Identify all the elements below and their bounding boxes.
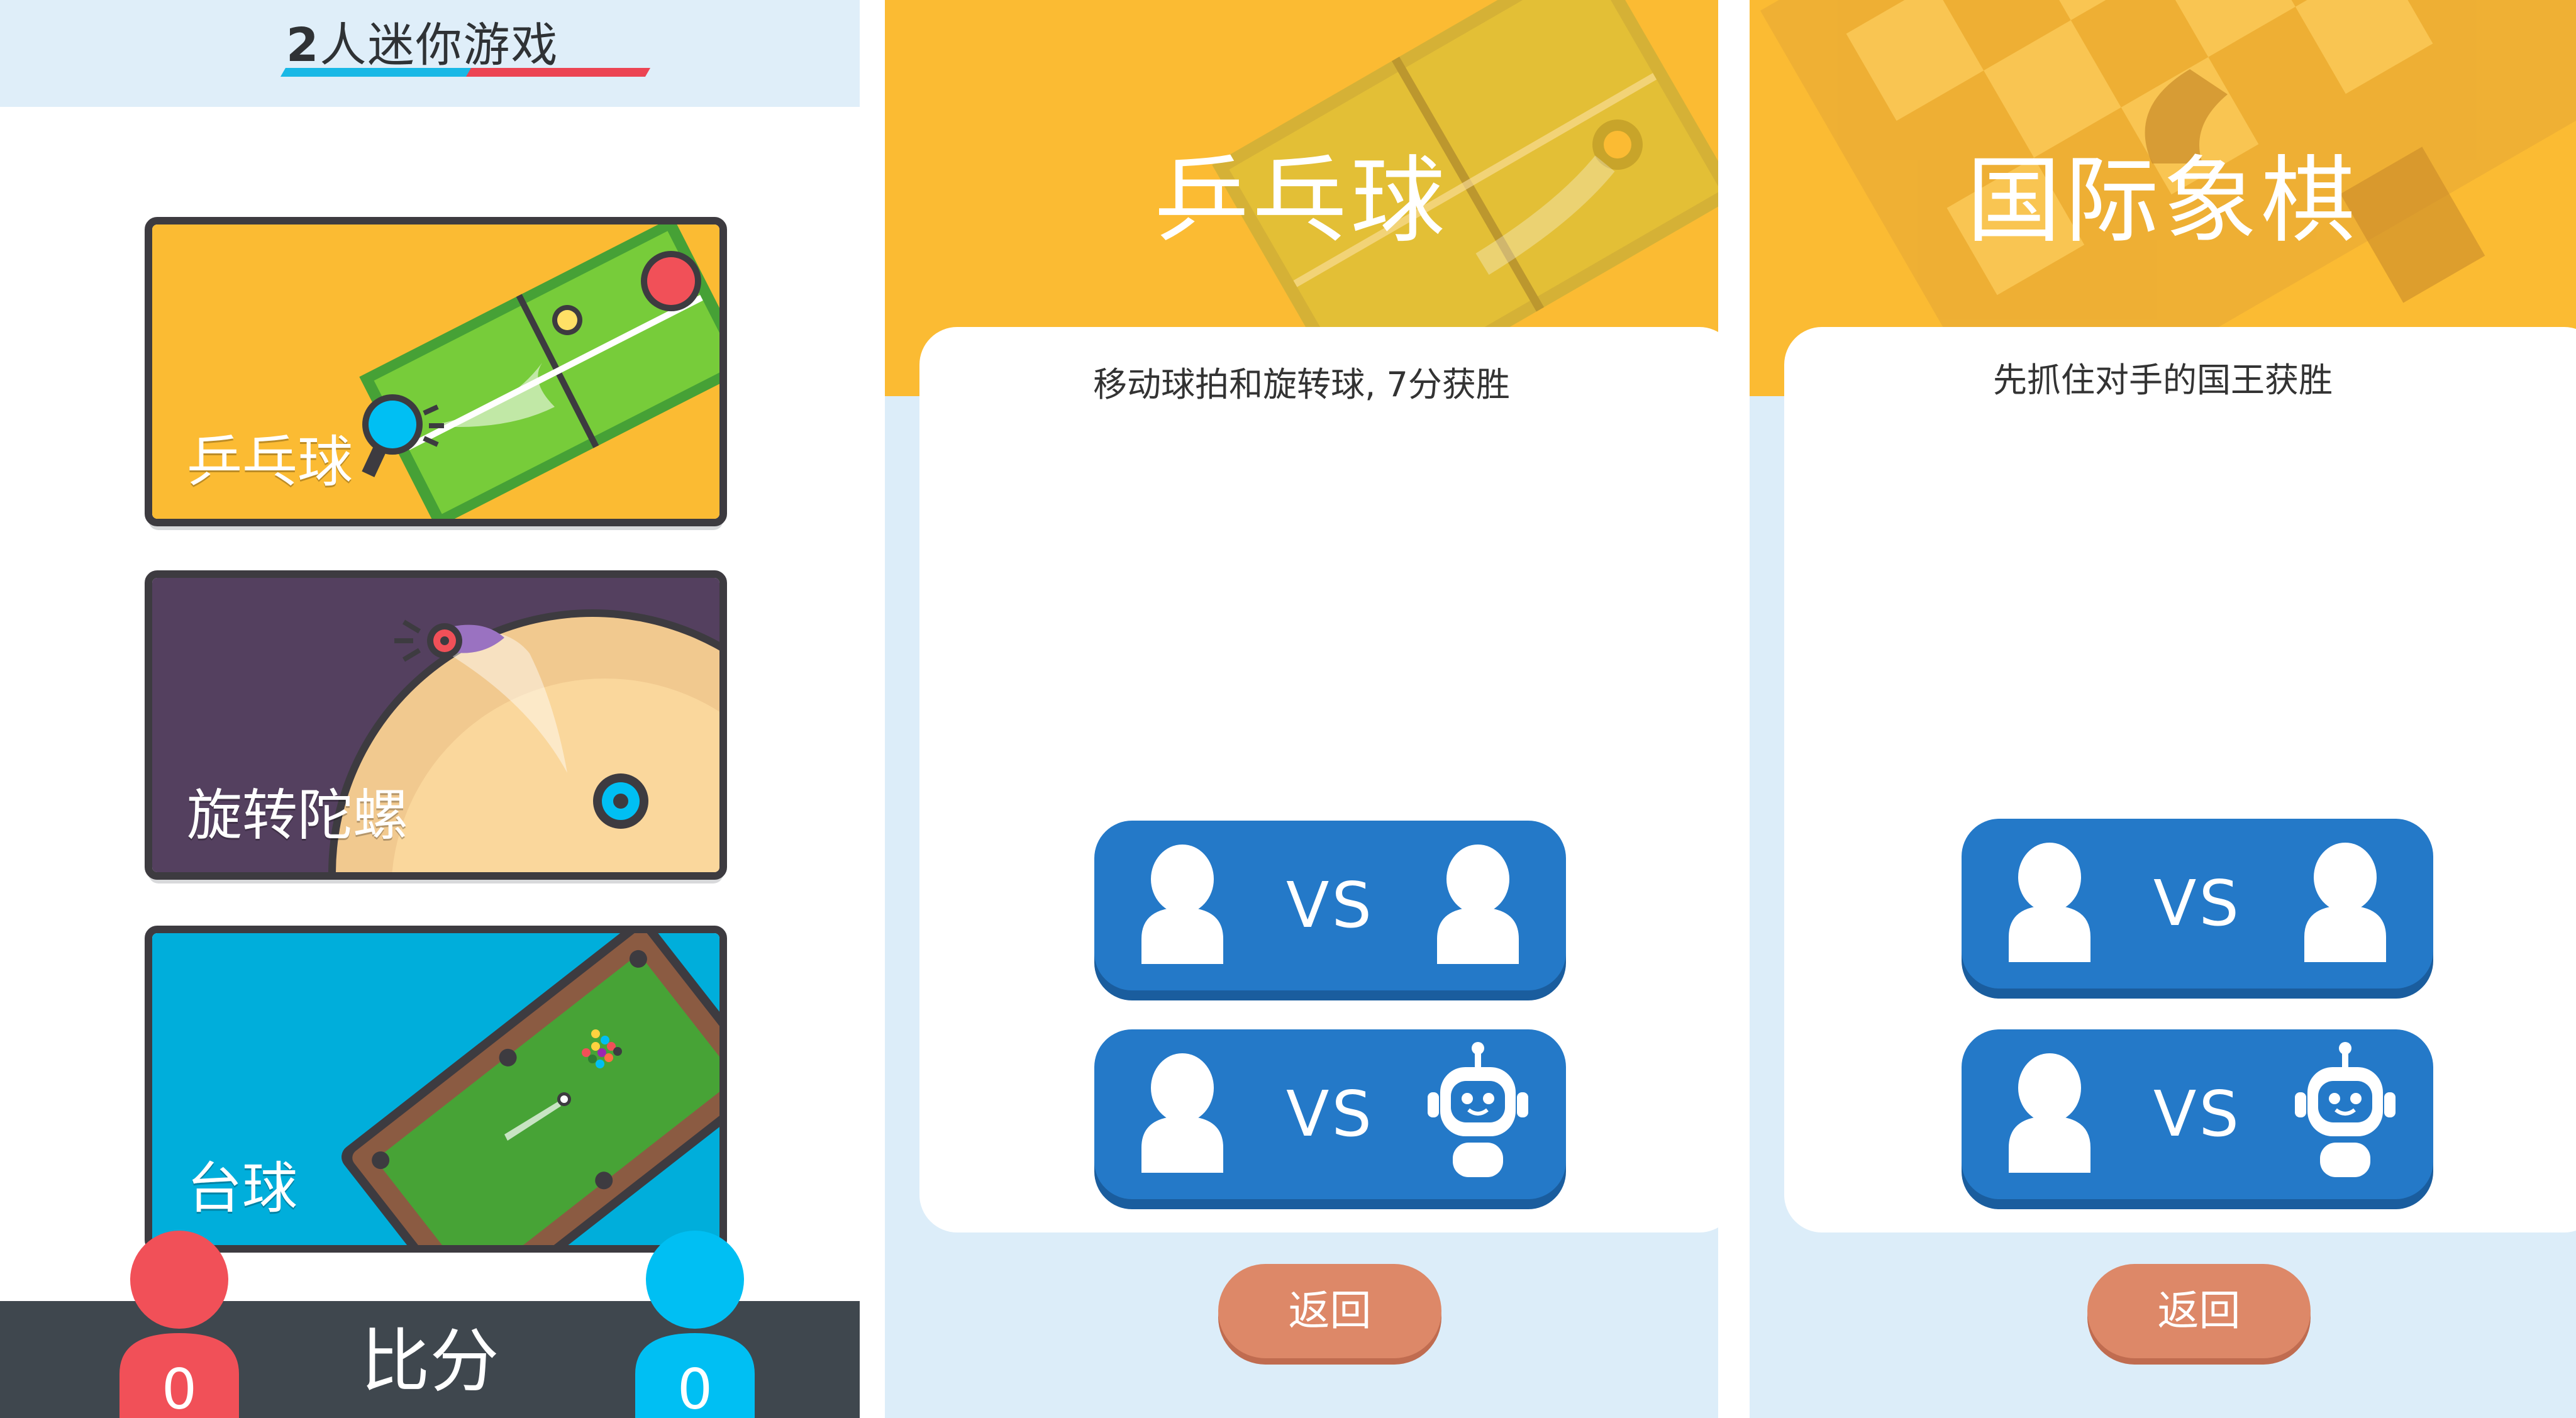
game-title: 国际象棋 [1966,147,2359,256]
player-1-score: 0 [162,1357,197,1418]
player-2-score: 0 [677,1357,713,1418]
back-button[interactable]: 返回 [1218,1264,1441,1358]
chess-detail-screen: 国际象棋 先抓住对手的国王获胜 VS VS 返回 [1750,0,2576,1418]
game-menu-screen: 2人迷你游戏 乒乓球 旋转陀螺 台球 比分 0 0 [0,0,860,1418]
title-stripe-blue [280,68,475,77]
back-button[interactable]: 返回 [2087,1264,2311,1358]
person-icon [2304,843,2386,962]
game-description: 移动球拍和旋转球, 7分获胜 [1093,365,1510,404]
game-card-spinning-top[interactable]: 旋转陀螺 [145,570,727,880]
app-title-number: 2 [286,18,320,72]
game-card-billiards[interactable]: 台球 [145,926,727,1253]
game-card-label: 乒乓球 [187,429,353,494]
title-stripe-red [465,68,651,77]
player-1-token: 0 [113,1229,245,1418]
game-card-label: 台球 [187,1156,298,1221]
app-title: 2人迷你游戏 [286,14,559,77]
robot-icon [2295,1042,2396,1177]
robot-icon [1428,1042,1528,1177]
mode-player-vs-ai-button[interactable]: VS [1094,1029,1566,1199]
game-card-ping-pong[interactable]: 乒乓球 [145,217,727,526]
mode-player-vs-player-button[interactable]: VS [1094,821,1566,990]
game-description: 先抓住对手的国王获胜 [1993,360,2333,400]
game-title: 乒乓球 [1154,147,1449,256]
game-card-label: 旋转陀螺 [187,783,409,848]
ping-pong-detail-screen: 乒乓球 移动球拍和旋转球, 7分获胜 VS VS 返回 [885,0,1718,1418]
person-icon [1437,845,1519,964]
mode-player-vs-player-button[interactable]: VS [1962,819,2433,989]
mode-player-vs-ai-button[interactable]: VS [1962,1029,2433,1199]
player-2-token: 0 [629,1229,761,1418]
app-title-text: 人迷你游戏 [319,18,559,72]
